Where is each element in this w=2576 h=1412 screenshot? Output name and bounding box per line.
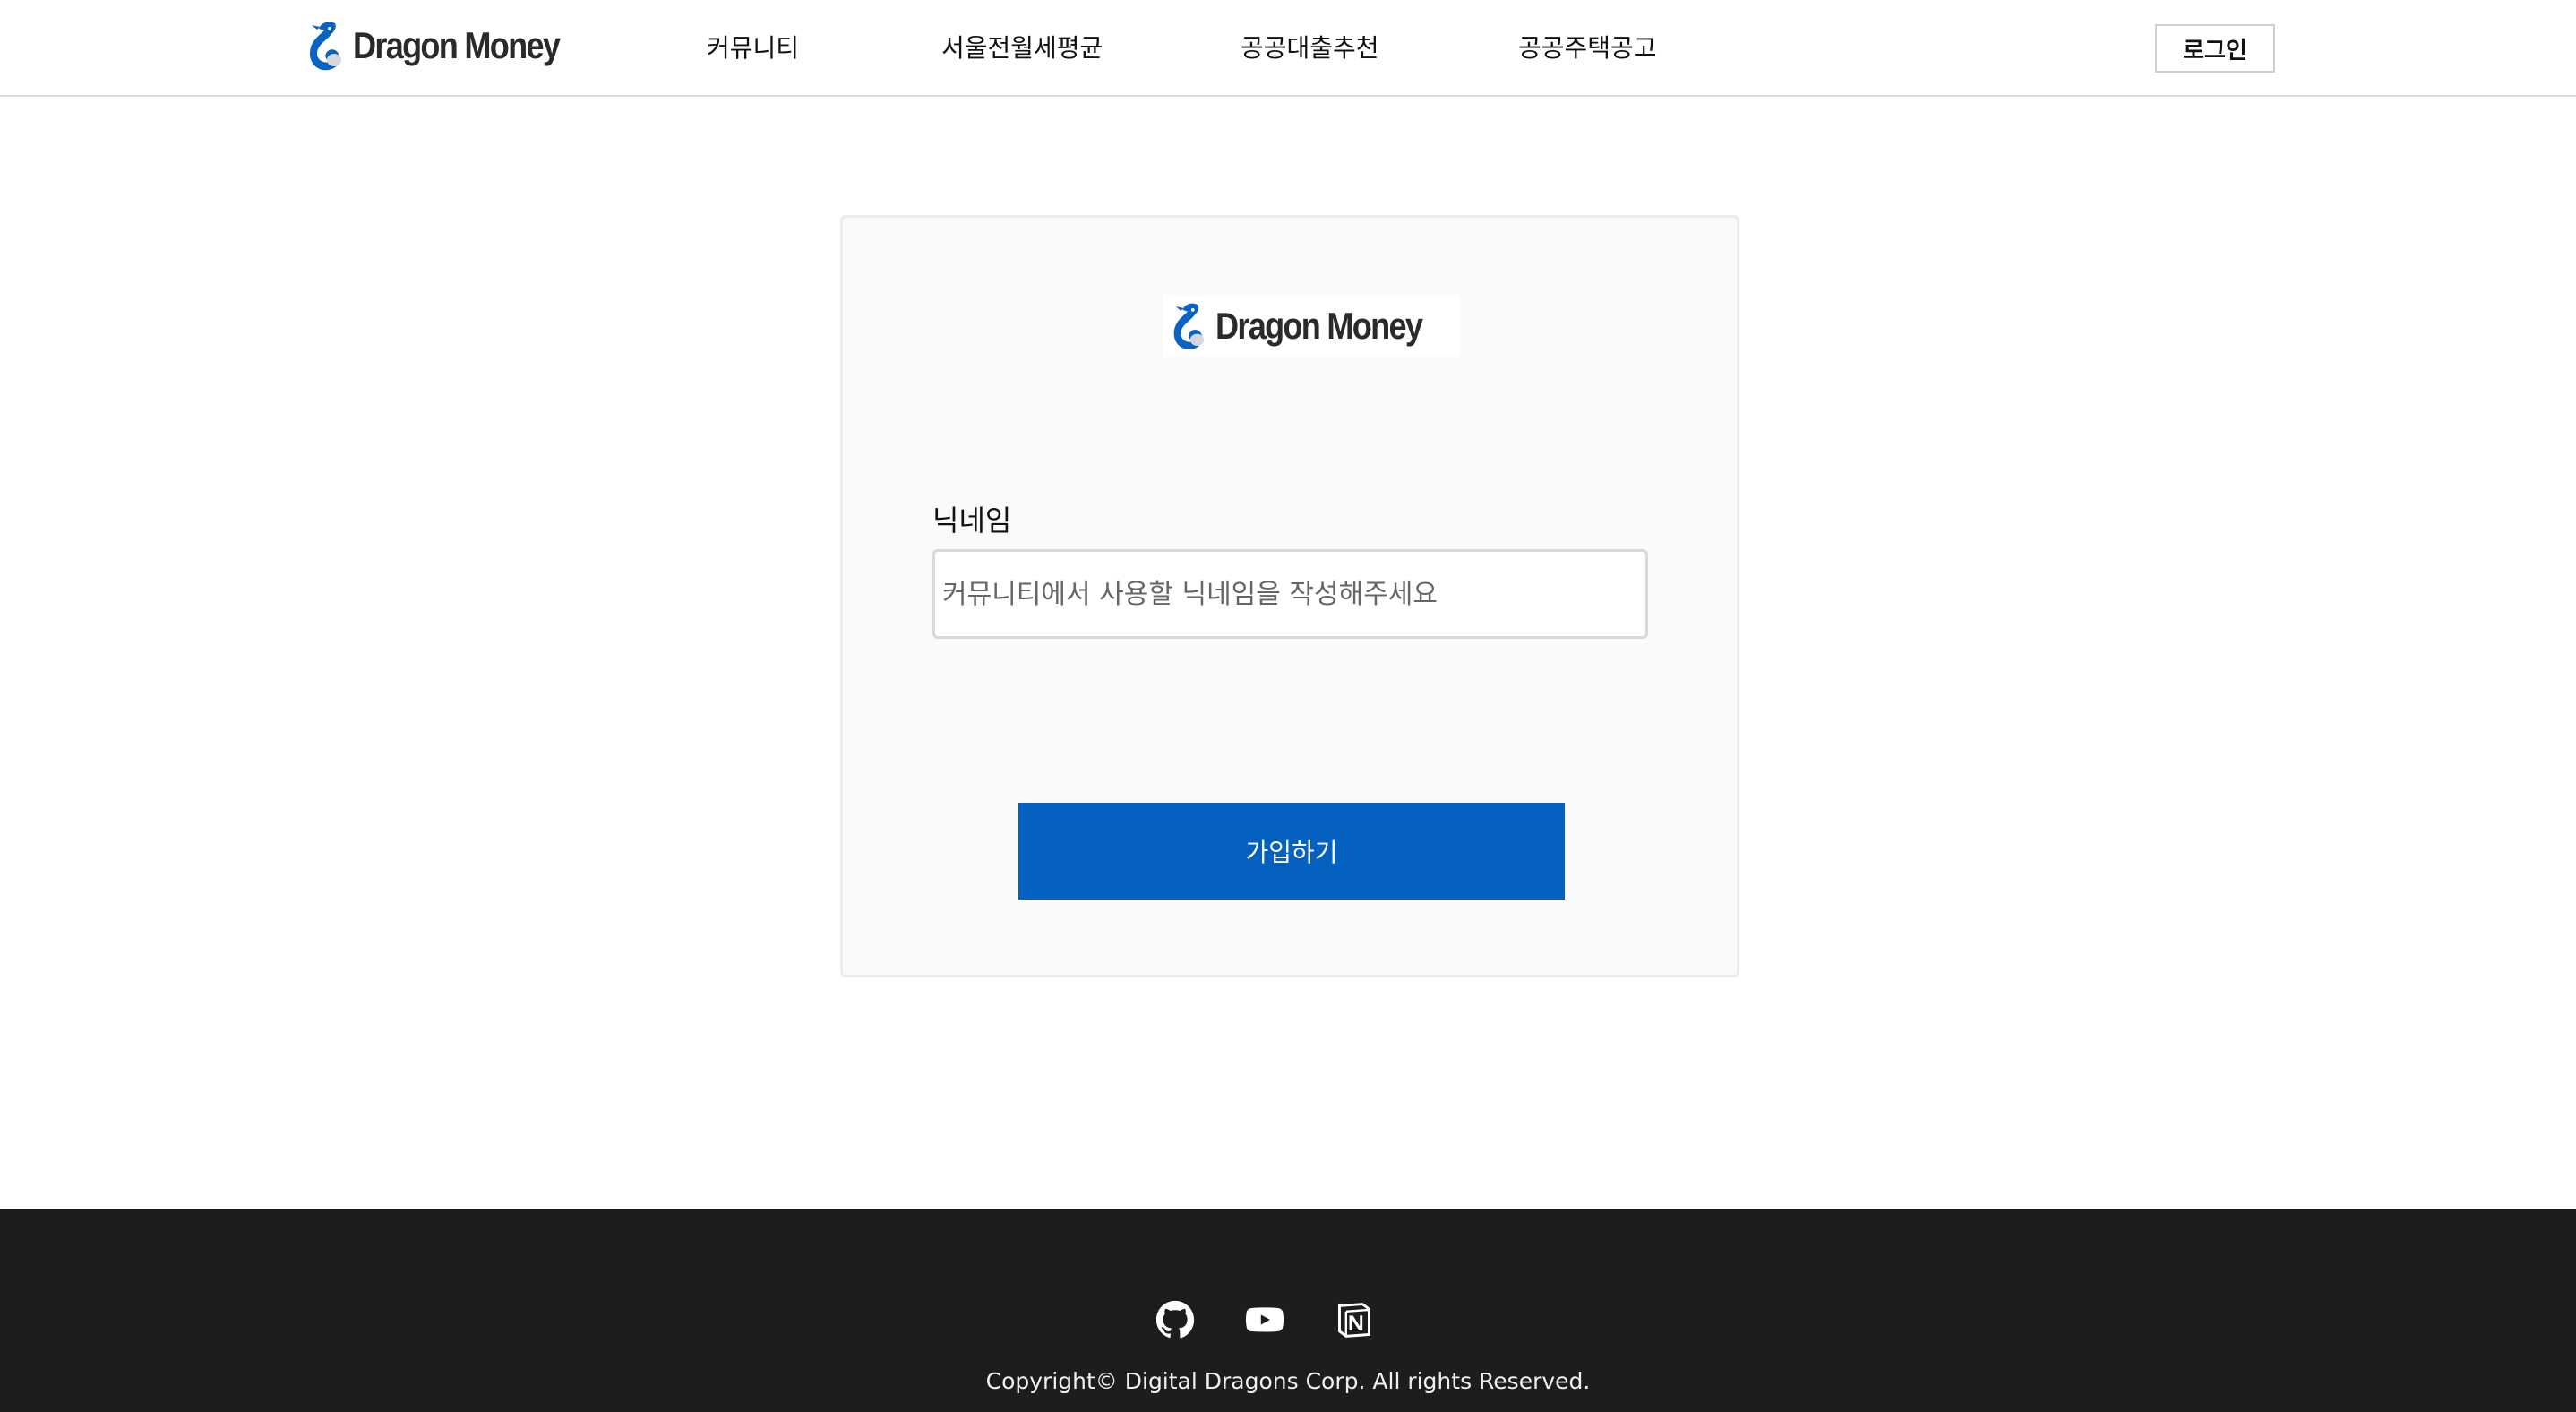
login-button[interactable]: 로그인 [2155,24,2275,73]
nickname-input[interactable] [932,549,1648,639]
signup-card: Dragon Money 닉네임 가입하기 [840,215,1739,977]
dragon-logo-icon [1173,303,1205,350]
youtube-icon[interactable] [1245,1300,1284,1339]
signup-button[interactable]: 가입하기 [1018,803,1565,900]
card-logo: Dragon Money [1163,295,1461,357]
notion-icon[interactable] [1335,1300,1374,1339]
nav-public-loan-recommendation[interactable]: 공공대출추천 [1241,29,1379,65]
brand-name: Dragon Money [353,24,561,66]
github-icon[interactable] [1155,1300,1195,1339]
copyright-text: Copyright© Digital Dragons Corp. All rig… [985,1368,1591,1394]
nav-public-housing-notice[interactable]: 공공주택공고 [1518,29,1657,65]
top-header: Dragon Money 커뮤니티 서울전월세평균 공공대출추천 공공주택공고 … [0,0,2576,97]
site-footer: Copyright© Digital Dragons Corp. All rig… [0,1209,2576,1412]
nav-community[interactable]: 커뮤니티 [707,29,799,65]
footer-social-links [1155,1300,1374,1339]
header-logo[interactable]: Dragon Money [305,16,593,75]
brand-name: Dragon Money [1215,305,1423,347]
dragon-logo-icon [310,22,341,71]
nav-seoul-rent-average[interactable]: 서울전월세평균 [941,29,1103,65]
nickname-label: 닉네임 [932,504,1012,538]
